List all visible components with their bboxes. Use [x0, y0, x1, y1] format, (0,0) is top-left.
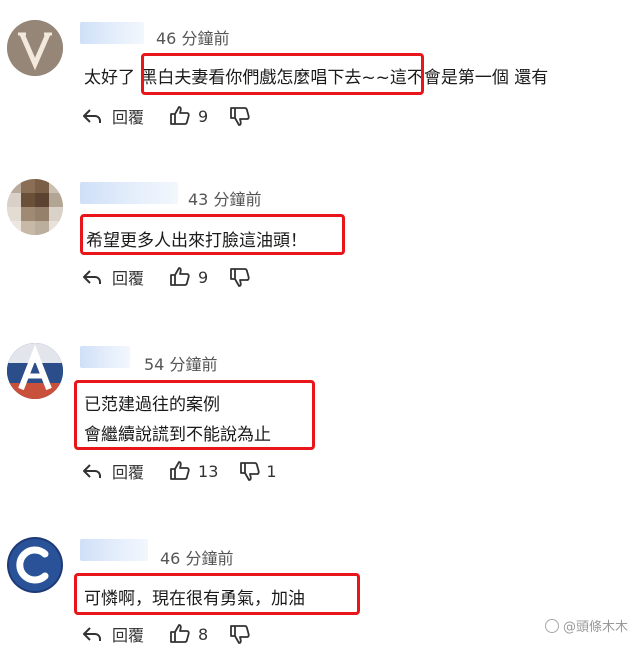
thumbs-up-icon[interactable] [168, 459, 192, 483]
author-name-blurred[interactable] [80, 22, 144, 44]
reply-button[interactable]: 回覆 [112, 265, 144, 289]
author-name-blurred[interactable] [80, 539, 148, 561]
watermark-text: @頭條木木 [562, 620, 628, 635]
highlight-box [80, 214, 345, 255]
highlight-box [74, 380, 315, 450]
like-count: 9 [198, 267, 209, 287]
highlight-box [74, 573, 360, 615]
reply-icon[interactable] [80, 459, 104, 483]
like-count: 8 [198, 624, 209, 644]
thumbs-up-icon[interactable] [168, 622, 192, 646]
thumbs-up-icon[interactable] [168, 104, 192, 128]
reply-icon[interactable] [80, 265, 104, 289]
comment-time: 54 分鐘前 [144, 355, 218, 374]
watermark-logo-icon [544, 618, 559, 633]
comment-time: 43 分鐘前 [188, 190, 262, 209]
avatar-v-icon [7, 20, 63, 76]
author-name-blurred[interactable] [80, 346, 130, 368]
thumbs-down-icon[interactable] [228, 622, 252, 646]
avatar-a-icon [7, 343, 63, 399]
avatar[interactable] [7, 20, 63, 76]
comment-time: 46 分鐘前 [160, 549, 234, 568]
reply-icon[interactable] [80, 622, 104, 646]
avatar[interactable] [7, 179, 63, 235]
avatar[interactable] [7, 537, 63, 593]
avatar-pixelated-icon [7, 179, 63, 235]
thumbs-up-icon[interactable] [168, 265, 192, 289]
avatar-c-icon [7, 537, 63, 593]
reply-icon[interactable] [80, 104, 104, 128]
highlight-box [141, 53, 424, 95]
watermark: @頭條木木 [544, 616, 628, 635]
thumbs-down-icon[interactable] [228, 265, 252, 289]
thumbs-down-icon[interactable] [228, 104, 252, 128]
reply-button[interactable]: 回覆 [112, 459, 144, 483]
like-count: 9 [198, 106, 209, 126]
reply-button[interactable]: 回覆 [112, 622, 144, 646]
comment-time: 46 分鐘前 [156, 29, 230, 48]
dislike-count: 1 [266, 461, 277, 481]
comment-actions: 回覆 8 [80, 622, 260, 646]
author-name-blurred[interactable] [80, 182, 178, 204]
avatar[interactable] [7, 343, 63, 399]
reply-button[interactable]: 回覆 [112, 104, 144, 128]
thumbs-down-icon[interactable] [238, 459, 262, 483]
comment-actions: 回覆 9 [80, 104, 260, 128]
comment-actions: 回覆 13 1 [80, 459, 277, 483]
comment-actions: 回覆 9 [80, 265, 260, 289]
like-count: 13 [198, 461, 219, 481]
